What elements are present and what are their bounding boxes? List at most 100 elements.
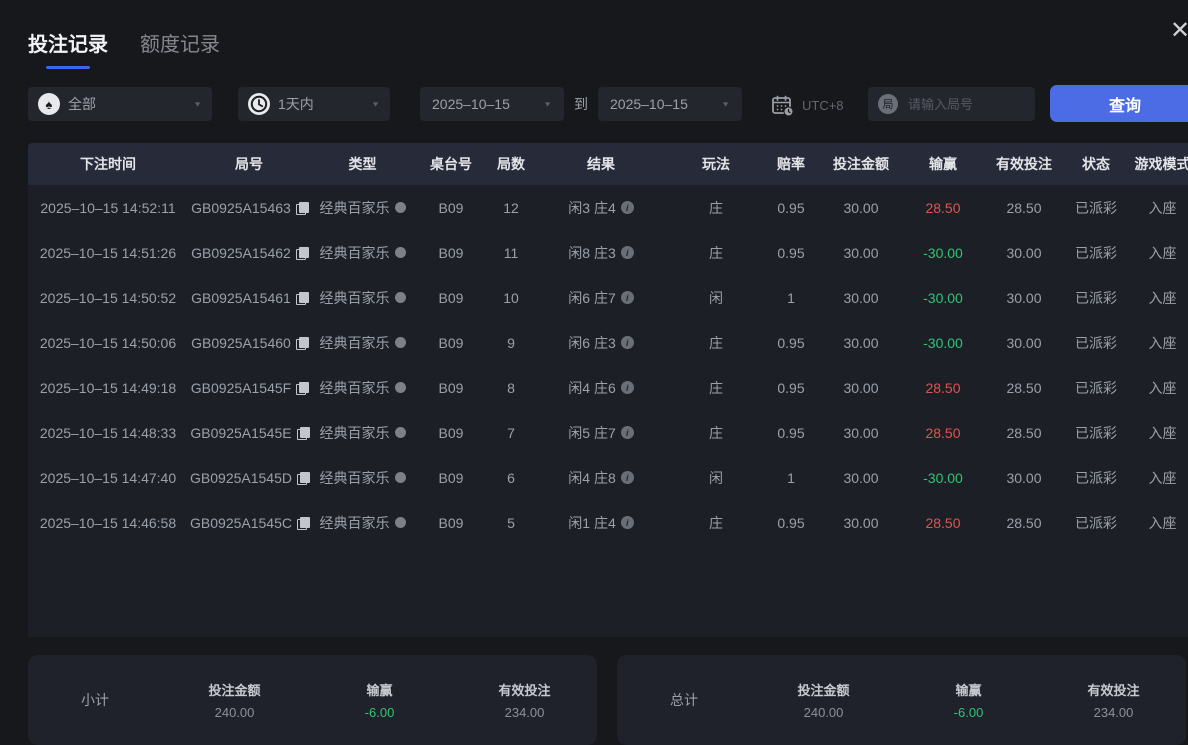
- odds-cell: 0.95: [765, 335, 817, 351]
- date-to-picker[interactable]: 2025–10–15 ▼: [598, 87, 742, 121]
- date-to-value: 2025–10–15: [610, 96, 688, 112]
- odds-cell: 1: [765, 470, 817, 486]
- copy-icon[interactable]: [297, 427, 308, 439]
- info-icon[interactable]: i: [621, 246, 634, 259]
- subtotal-label: 小计: [28, 690, 162, 710]
- type-cell: 经典百家乐: [310, 333, 415, 353]
- round-id-cell: GB0925A1545F: [188, 380, 310, 396]
- copy-icon[interactable]: [296, 292, 307, 304]
- col-header-bet-amount: 投注金额: [817, 154, 905, 174]
- tab-bet-records[interactable]: 投注记录: [28, 28, 108, 69]
- timezone-group: UTC+8: [770, 93, 844, 117]
- round-id-cell: GB0925A15462: [188, 245, 310, 261]
- col-header-valid-bet: 有效投注: [981, 154, 1067, 174]
- col-header-result: 结果: [535, 154, 667, 174]
- result-cell: 闲3 庄4 i: [535, 198, 667, 218]
- bet-time-cell: 2025–10–15 14:48:33: [28, 425, 188, 441]
- col-header-round-id: 局号: [188, 154, 310, 174]
- round-search-field: 局: [868, 87, 1035, 121]
- date-from-picker[interactable]: 2025–10–15 ▼: [420, 87, 564, 121]
- bet-amount-cell: 30.00: [817, 335, 905, 351]
- result-cell: 闲4 庄6 i: [535, 378, 667, 398]
- win-loss-cell: -30.00: [905, 470, 981, 486]
- calendar-clock-icon[interactable]: [770, 93, 794, 117]
- bet-amount-cell: 30.00: [817, 425, 905, 441]
- round-id-icon: 局: [878, 94, 898, 114]
- chevron-down-icon: ▼: [543, 100, 552, 108]
- round-no-cell: 8: [487, 380, 535, 396]
- info-icon[interactable]: i: [621, 426, 634, 439]
- play-cell: 庄: [667, 198, 765, 218]
- info-icon[interactable]: i: [621, 471, 634, 484]
- bet-time-cell: 2025–10–15 14:50:06: [28, 335, 188, 351]
- result-cell: 闲6 庄3 i: [535, 333, 667, 353]
- valid-bet-cell: 30.00: [981, 245, 1067, 261]
- game-type-value: 全部: [68, 94, 96, 114]
- valid-bet-cell: 28.50: [981, 380, 1067, 396]
- status-cell: 已派彩: [1067, 468, 1125, 488]
- valid-bet-cell: 30.00: [981, 335, 1067, 351]
- col-header-status: 状态: [1067, 154, 1125, 174]
- tab-bar: 投注记录 额度记录: [28, 28, 220, 69]
- copy-icon[interactable]: [296, 382, 307, 394]
- round-no-cell: 11: [487, 245, 535, 261]
- col-header-win-loss: 输赢: [905, 154, 981, 174]
- subtotal-bet-amount: 投注金额 240.00: [162, 680, 307, 720]
- filter-bar: ♠ 全部 ▼ 1天内 ▼ 2025–10–15 ▼ 到 2025–10–15 ▼: [0, 87, 1188, 121]
- copy-icon[interactable]: [297, 472, 308, 484]
- subtotal-valid-bet: 有效投注 234.00: [452, 680, 597, 720]
- total-label: 总计: [617, 690, 751, 710]
- status-cell: 已派彩: [1067, 513, 1125, 533]
- game-mode-cell: 入座: [1125, 468, 1188, 488]
- info-icon[interactable]: i: [621, 516, 634, 529]
- copy-icon[interactable]: [296, 247, 307, 259]
- close-icon[interactable]: ✕: [1170, 16, 1188, 45]
- tab-quota-records[interactable]: 额度记录: [140, 28, 220, 69]
- replay-dot-icon: [395, 337, 406, 348]
- odds-cell: 0.95: [765, 515, 817, 531]
- status-cell: 已派彩: [1067, 423, 1125, 443]
- copy-icon[interactable]: [296, 202, 307, 214]
- round-search-input[interactable]: [906, 96, 1025, 113]
- table-row: 2025–10–15 14:50:06 GB0925A15460 经典百家乐 B…: [28, 320, 1188, 365]
- table-header-row: 下注时间 局号 类型 桌台号 局数 结果 玩法 赔率 投注金额 输赢 有效投注 …: [28, 143, 1188, 185]
- table-no-cell: B09: [415, 200, 487, 216]
- play-cell: 庄: [667, 333, 765, 353]
- type-cell: 经典百家乐: [310, 513, 415, 533]
- copy-icon[interactable]: [296, 337, 307, 349]
- status-cell: 已派彩: [1067, 198, 1125, 218]
- round-no-cell: 6: [487, 470, 535, 486]
- date-to-label: 到: [574, 94, 588, 114]
- table-no-cell: B09: [415, 425, 487, 441]
- time-range-dropdown[interactable]: 1天内 ▼: [238, 87, 390, 121]
- copy-icon[interactable]: [297, 517, 308, 529]
- game-mode-cell: 入座: [1125, 333, 1188, 353]
- win-loss-cell: -30.00: [905, 245, 981, 261]
- chevron-down-icon: ▼: [721, 100, 730, 108]
- round-id-cell: GB0925A1545C: [188, 515, 310, 531]
- info-icon[interactable]: i: [621, 201, 634, 214]
- total-panel: 总计 投注金额 240.00 输赢 -6.00 有效投注 234.00: [617, 655, 1186, 745]
- col-header-table-no: 桌台号: [415, 154, 487, 174]
- play-cell: 闲: [667, 468, 765, 488]
- search-button[interactable]: 查询: [1050, 85, 1188, 122]
- play-cell: 庄: [667, 423, 765, 443]
- table-row: 2025–10–15 14:50:52 GB0925A15461 经典百家乐 B…: [28, 275, 1188, 320]
- odds-cell: 1: [765, 290, 817, 306]
- bet-time-cell: 2025–10–15 14:50:52: [28, 290, 188, 306]
- result-cell: 闲1 庄4 i: [535, 513, 667, 533]
- play-cell: 庄: [667, 378, 765, 398]
- play-cell: 庄: [667, 243, 765, 263]
- valid-bet-cell: 28.50: [981, 425, 1067, 441]
- table-no-cell: B09: [415, 290, 487, 306]
- info-icon[interactable]: i: [621, 291, 634, 304]
- win-loss-cell: 28.50: [905, 425, 981, 441]
- type-cell: 经典百家乐: [310, 423, 415, 443]
- result-cell: 闲6 庄7 i: [535, 288, 667, 308]
- game-type-dropdown[interactable]: ♠ 全部 ▼: [28, 87, 212, 121]
- round-id-cell: GB0925A1545E: [188, 425, 310, 441]
- col-header-game-mode: 游戏模式: [1125, 154, 1188, 174]
- info-icon[interactable]: i: [621, 381, 634, 394]
- info-icon[interactable]: i: [621, 336, 634, 349]
- round-no-cell: 12: [487, 200, 535, 216]
